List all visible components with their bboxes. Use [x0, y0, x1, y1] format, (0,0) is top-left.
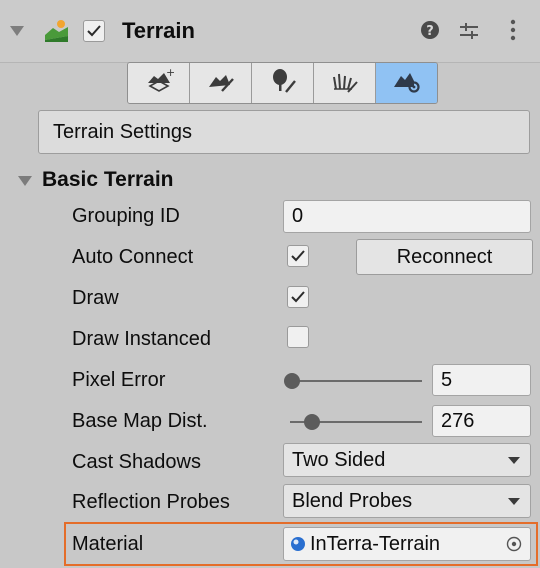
pixel-error-field[interactable]: 5	[432, 364, 531, 396]
material-label: Material	[72, 533, 144, 555]
terrain-settings-icon	[392, 67, 422, 100]
svg-text:+: +	[166, 67, 174, 79]
draw-checkbox[interactable]	[287, 286, 309, 308]
object-picker-icon[interactable]	[506, 536, 522, 552]
terrain-settings-bar: Terrain Settings	[38, 110, 530, 154]
grouping-id-value: 0	[292, 205, 304, 227]
reflection-probes-value: Blend Probes	[292, 489, 413, 512]
chevron-down-icon	[508, 456, 520, 464]
material-asset-icon	[290, 536, 306, 552]
reconnect-button[interactable]: Reconnect	[356, 239, 533, 275]
grouping-id-label: Grouping ID	[72, 205, 180, 227]
draw-instanced-label: Draw Instanced	[72, 328, 211, 350]
chevron-down-icon	[508, 497, 520, 505]
component-header: Terrain ?	[0, 0, 540, 63]
terrain-component-icon	[44, 18, 70, 49]
pixel-error-value: 5	[441, 368, 453, 391]
draw-label: Draw	[72, 287, 119, 309]
base-map-dist-field[interactable]: 276	[432, 405, 531, 437]
pixel-error-slider-track[interactable]	[290, 380, 422, 382]
cast-shadows-value: Two Sided	[292, 448, 386, 471]
terrain-settings-label: Terrain Settings	[53, 120, 192, 143]
cast-shadows-dropdown[interactable]: Two Sided	[283, 443, 531, 477]
svg-text:?: ?	[426, 24, 434, 39]
grouping-id-field[interactable]: 0	[283, 200, 531, 233]
reflection-probes-dropdown[interactable]: Blend Probes	[283, 484, 531, 518]
base-map-dist-slider-knob[interactable]	[304, 414, 320, 430]
presets-icon[interactable]	[458, 20, 480, 47]
foldout-arrow-icon[interactable]	[10, 26, 24, 36]
draw-instanced-checkbox[interactable]	[287, 326, 309, 348]
material-value: InTerra-Terrain	[310, 532, 441, 555]
paint-terrain-icon	[206, 67, 236, 100]
base-map-dist-value: 276	[441, 409, 475, 432]
pixel-error-label: Pixel Error	[72, 369, 166, 391]
pixel-error-slider-knob[interactable]	[284, 373, 300, 389]
help-icon[interactable]: ?	[420, 20, 440, 45]
material-object-field[interactable]: InTerra-Terrain	[283, 527, 531, 561]
tool-terrain-settings[interactable]	[376, 63, 437, 103]
base-map-dist-label: Base Map Dist.	[72, 410, 208, 432]
more-options-icon[interactable]	[510, 18, 516, 47]
paint-details-icon	[330, 67, 360, 100]
cast-shadows-label: Cast Shadows	[72, 451, 201, 473]
paint-trees-icon	[268, 67, 298, 100]
basic-terrain-foldout-icon[interactable]	[18, 176, 32, 186]
component-title: Terrain	[122, 18, 195, 43]
tool-paint-details[interactable]	[314, 63, 376, 103]
tool-create-neighbor[interactable]: +	[128, 63, 190, 103]
basic-terrain-title[interactable]: Basic Terrain	[42, 168, 174, 192]
tool-paint-trees[interactable]	[252, 63, 314, 103]
auto-connect-label: Auto Connect	[72, 246, 194, 268]
create-neighbor-terrains-icon: +	[144, 66, 175, 100]
component-enabled-checkbox[interactable]	[83, 20, 105, 42]
tool-paint-terrain[interactable]	[190, 63, 252, 103]
terrain-tools-toolbar: +	[127, 62, 438, 104]
auto-connect-checkbox[interactable]	[287, 245, 309, 267]
reconnect-button-label: Reconnect	[396, 245, 493, 268]
reflection-probes-label: Reflection Probes	[72, 491, 230, 513]
